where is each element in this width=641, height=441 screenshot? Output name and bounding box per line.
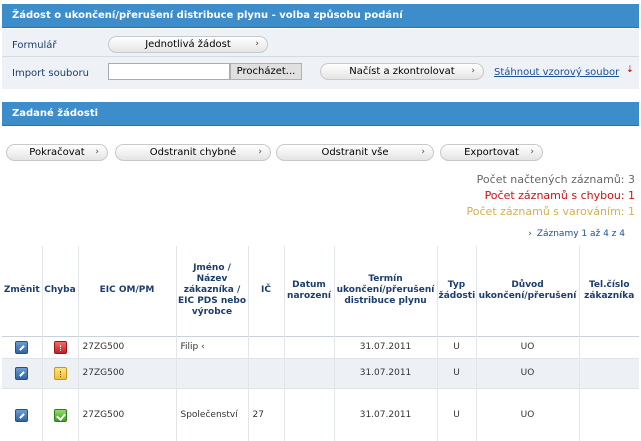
page-header: Žádost o ukončení/přerušení distribuce p… bbox=[2, 4, 639, 28]
chevron-right-icon: › bbox=[255, 39, 259, 49]
chevron-right-icon: › bbox=[258, 147, 262, 157]
single-request-button[interactable]: Jednotlivá žádost › bbox=[108, 36, 268, 53]
type-cell: U bbox=[437, 336, 477, 358]
eic-cell: 27ZG500 bbox=[78, 336, 177, 358]
download-template-link[interactable]: Stáhnout vzorový soubor bbox=[494, 67, 619, 78]
ic-cell bbox=[248, 336, 285, 358]
continue-label: Pokračovat bbox=[29, 147, 85, 158]
column-header: Termín ukončení/přerušení distribuce ply… bbox=[334, 246, 438, 336]
formular-label: Formulář bbox=[12, 40, 57, 51]
error-count: Počet záznamů s chybou: 1 bbox=[484, 189, 635, 202]
pager-text: Záznamy 1 až 4 z 4 bbox=[536, 229, 625, 239]
pager-arrow-icon[interactable]: › bbox=[528, 229, 532, 239]
section-title: Zadané žádosti bbox=[12, 108, 99, 119]
column-header: Změnit bbox=[2, 246, 43, 336]
edit-icon[interactable] bbox=[15, 366, 29, 380]
error-status-icon bbox=[53, 340, 67, 354]
ok-status-icon bbox=[53, 408, 67, 422]
ic-cell bbox=[248, 358, 285, 388]
column-header: Důvod ukončení/přerušení bbox=[476, 246, 580, 336]
submission-panel: Formulář Jednotlivá žádost › Import soub… bbox=[2, 29, 639, 89]
column-header: EIC OM/PM bbox=[78, 246, 177, 336]
edit-icon[interactable] bbox=[15, 408, 29, 422]
column-header: IČ bbox=[248, 246, 285, 336]
export-label: Exportovat bbox=[464, 147, 519, 158]
warning-count: Počet záznamů s varováním: 1 bbox=[466, 205, 635, 218]
page-title: Žádost o ukončení/přerušení distribuce p… bbox=[12, 10, 403, 21]
table-row: 27ZG500 Filip ‹ 31.07.2011 U UO bbox=[2, 336, 639, 358]
column-header: Tel.číslo zákazníka bbox=[584, 279, 635, 301]
pager: › Záznamy 1 až 4 z 4 bbox=[528, 229, 625, 239]
eic-cell: 27ZG500 bbox=[78, 388, 177, 441]
section-header: Zadané žádosti bbox=[2, 102, 639, 126]
birth-cell bbox=[284, 336, 335, 358]
eic-cell: 27ZG500 bbox=[78, 358, 177, 388]
chevron-right-icon: › bbox=[530, 147, 534, 157]
term-cell: 31.07.2011 bbox=[334, 358, 438, 388]
column-header: Chyba bbox=[42, 246, 79, 336]
table-row: 27ZG500 31.07.2011 U UO bbox=[2, 358, 639, 388]
file-input[interactable] bbox=[108, 63, 230, 80]
export-button[interactable]: Exportovat › bbox=[440, 144, 543, 161]
column-header: Jméno / Název zákazníka / EIC PDS nebo v… bbox=[176, 246, 249, 336]
table-header-row: Změnit Chyba EIC OM/PM Jméno / Název zák… bbox=[2, 246, 639, 336]
edit-icon[interactable] bbox=[15, 340, 29, 354]
load-and-check-button[interactable]: Načíst a zkontrolovat › bbox=[320, 63, 484, 80]
term-cell: 31.07.2011 bbox=[334, 336, 438, 358]
ic-cell: 27 bbox=[248, 388, 285, 441]
remove-all-label: Odstranit vše bbox=[321, 147, 389, 158]
reason-cell: UO bbox=[476, 358, 580, 388]
import-label: Import souboru bbox=[12, 68, 89, 79]
divider bbox=[2, 56, 639, 57]
warning-status-icon bbox=[53, 366, 67, 380]
single-request-button-label: Jednotlivá žádost bbox=[145, 39, 231, 50]
chevron-right-icon: › bbox=[95, 147, 99, 157]
table-row: 27ZG500 Společenství 27 31.07.2011 U UO bbox=[2, 388, 639, 441]
name-cell bbox=[176, 358, 249, 388]
type-cell: U bbox=[437, 358, 477, 388]
reason-cell: UO bbox=[476, 336, 580, 358]
continue-button[interactable]: Pokračovat › bbox=[6, 144, 108, 161]
remove-faulty-button[interactable]: Odstranit chybné › bbox=[115, 144, 271, 161]
birth-cell bbox=[284, 358, 335, 388]
name-cell: Filip ‹ bbox=[176, 336, 249, 358]
name-cell: Společenství bbox=[176, 388, 249, 441]
column-header: Datum narození bbox=[284, 246, 335, 336]
phone-cell bbox=[579, 358, 639, 388]
reason-cell: UO bbox=[476, 388, 580, 441]
chevron-right-icon: › bbox=[471, 66, 475, 76]
column-header: Typ žádosti bbox=[437, 246, 477, 336]
chevron-right-icon: › bbox=[421, 147, 425, 157]
birth-cell bbox=[284, 388, 335, 441]
phone-cell bbox=[579, 388, 639, 441]
load-and-check-label: Načíst a zkontrolovat bbox=[349, 66, 455, 77]
requests-table: Změnit Chyba EIC OM/PM Jméno / Název zák… bbox=[2, 246, 639, 441]
browse-button[interactable]: Procházet... bbox=[230, 63, 302, 80]
phone-cell bbox=[579, 336, 639, 358]
remove-faulty-label: Odstranit chybné bbox=[149, 147, 237, 158]
remove-all-button[interactable]: Odstranit vše › bbox=[276, 144, 434, 161]
loaded-count: Počet načtených záznamů: 3 bbox=[476, 173, 635, 186]
type-cell: U bbox=[437, 388, 477, 441]
term-cell: 31.07.2011 bbox=[334, 388, 438, 441]
download-arrow-icon[interactable]: ⇣ bbox=[626, 65, 634, 75]
